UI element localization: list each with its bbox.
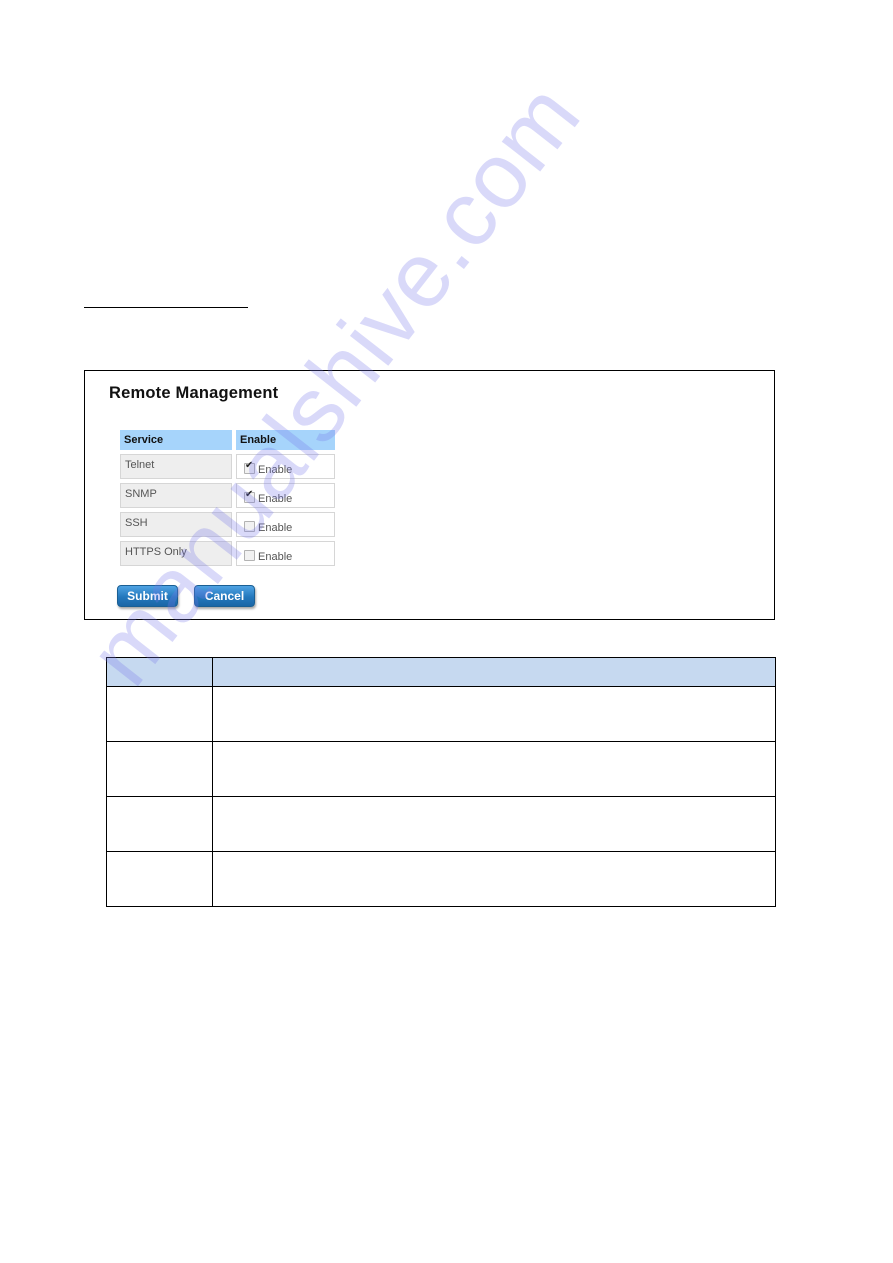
checkbox-checked-icon[interactable] [244,460,255,474]
description-cell [212,741,776,797]
description-table-header [106,657,776,687]
header-enable: Enable [236,430,335,450]
checkbox-unchecked-icon[interactable] [244,520,255,532]
table-row: HTTPS Only Enable [120,541,335,566]
services-table: Service Enable Telnet Enable SNMP Enable [116,426,339,570]
table-row [106,851,776,907]
description-cell [212,851,776,907]
object-cell [106,796,213,852]
checkbox-label: Enable [258,493,293,506]
header-object [106,657,213,687]
checkbox-label: Enable [258,522,293,535]
https-only-enable-checkbox[interactable]: Enable [244,549,293,564]
checkbox-label: Enable [258,551,293,564]
header-service: Service [120,430,232,450]
enable-cell: Enable [236,541,335,566]
checkbox-unchecked-icon[interactable] [244,549,255,561]
table-row [106,796,776,852]
remote-management-panel: Remote Management Service Enable Telnet … [84,370,775,620]
enable-cell: Enable [236,512,335,537]
service-name: SSH [120,512,232,537]
description-cell [212,796,776,852]
telnet-enable-checkbox[interactable]: Enable [244,460,293,477]
checkbox-label: Enable [258,464,293,477]
table-row [106,686,776,742]
object-cell [106,741,213,797]
submit-button[interactable]: Submit [117,585,178,607]
enable-cell: Enable [236,483,335,508]
checkbox-checked-icon[interactable] [244,489,255,503]
panel-title: Remote Management [109,384,279,402]
cancel-button[interactable]: Cancel [194,585,255,607]
service-name: SNMP [120,483,232,508]
description-cell [212,686,776,742]
table-row: SSH Enable [120,512,335,537]
header-description [212,657,776,687]
table-row [106,741,776,797]
section-heading-underline [84,307,248,308]
ssh-enable-checkbox[interactable]: Enable [244,520,293,535]
snmp-enable-checkbox[interactable]: Enable [244,489,293,506]
services-table-header: Service Enable [120,430,335,450]
enable-cell: Enable [236,454,335,479]
object-cell [106,851,213,907]
table-row: Telnet Enable [120,454,335,479]
description-table [106,657,776,907]
table-row: SNMP Enable [120,483,335,508]
object-cell [106,686,213,742]
service-name: HTTPS Only [120,541,232,566]
service-name: Telnet [120,454,232,479]
